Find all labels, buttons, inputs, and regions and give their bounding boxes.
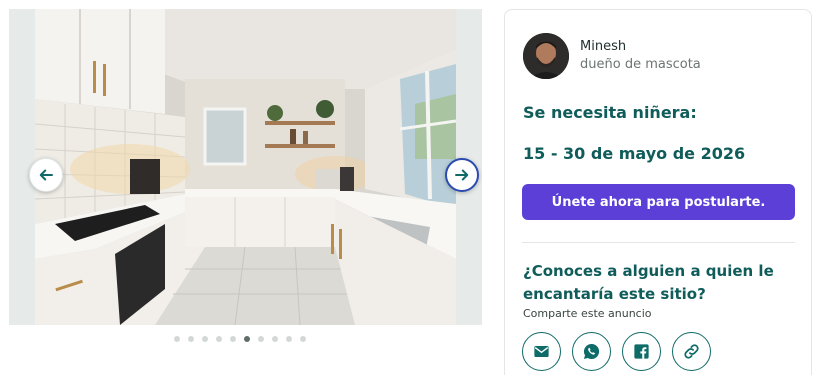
pagination-dot[interactable] [216, 336, 222, 342]
facebook-icon [634, 344, 649, 359]
share-title: ¿Conoces a alguien a quien le encantaría… [523, 262, 774, 303]
link-icon [684, 344, 699, 359]
sitter-needed-title: Se necesita niñera: [523, 103, 697, 122]
owner-role: dueño de mascota [580, 57, 701, 72]
pagination-dot[interactable] [258, 336, 264, 342]
pagination-dot[interactable] [300, 336, 306, 342]
share-email-button[interactable] [522, 332, 561, 371]
kitchen-photo[interactable] [35, 9, 456, 325]
owner-name: Minesh [580, 39, 627, 54]
owner-info: Minesh dueño de mascota [523, 33, 701, 79]
sit-dates: 15 - 30 de mayo de 2026 [523, 144, 746, 163]
pagination-dot[interactable] [286, 336, 292, 342]
photo-gallery [9, 9, 482, 325]
share-facebook-button[interactable] [622, 332, 661, 371]
avatar[interactable] [523, 33, 569, 79]
listing-card: Minesh dueño de mascota Se necesita niñe… [504, 9, 812, 375]
join-to-apply-button[interactable]: Únete ahora para postularte. [522, 184, 795, 220]
whatsapp-icon [583, 343, 600, 360]
share-buttons [522, 332, 711, 371]
next-photo-button[interactable] [445, 158, 479, 192]
share-link-button[interactable] [672, 332, 711, 371]
pagination-dot-active[interactable] [244, 336, 250, 342]
pagination-dot[interactable] [230, 336, 236, 342]
share-subtitle: Comparte este anuncio [523, 307, 652, 320]
previous-photo-button[interactable] [29, 158, 63, 192]
arrow-left-icon [39, 169, 53, 181]
gallery-pagination [174, 336, 306, 342]
share-whatsapp-button[interactable] [572, 332, 611, 371]
pagination-dot[interactable] [174, 336, 180, 342]
arrow-right-icon [455, 169, 469, 181]
divider [522, 242, 795, 243]
pagination-dot[interactable] [188, 336, 194, 342]
pagination-dot[interactable] [272, 336, 278, 342]
pagination-dot[interactable] [202, 336, 208, 342]
email-icon [534, 345, 549, 358]
